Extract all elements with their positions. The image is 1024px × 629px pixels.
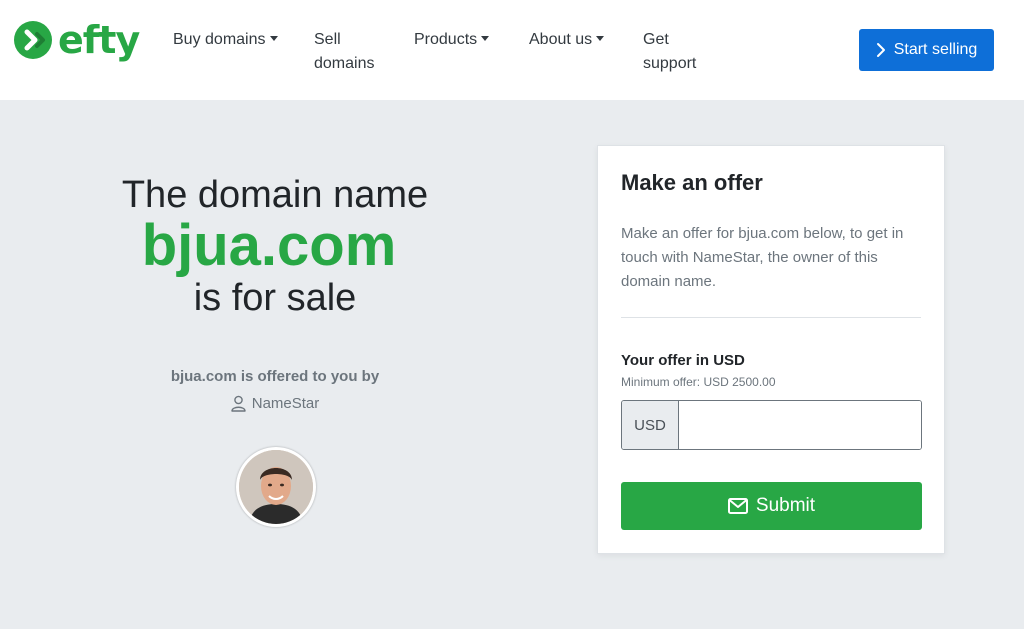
make-offer-card: Make an offer Make an offer for bjua.com… <box>597 145 945 554</box>
caret-down-icon <box>269 36 278 42</box>
nav-sell-domains[interactable]: Sell domains <box>314 28 384 76</box>
brand-name: efty <box>58 18 140 62</box>
offered-by-text: bjua.com is offered to you by <box>170 368 380 385</box>
nav-about-us[interactable]: About us <box>529 28 605 52</box>
minimum-offer-text: Minimum offer: USD 2500.00 <box>621 375 776 389</box>
hero-domain-name: bjua.com <box>141 213 397 278</box>
top-navbar: efty Buy domains Sell domains Products A… <box>0 0 1024 100</box>
owner-link[interactable]: NameStar <box>100 395 450 412</box>
currency-prefix: USD <box>622 401 679 449</box>
nav-buy-domains[interactable]: Buy domains <box>173 28 278 52</box>
offer-field-label: Your offer in USD <box>621 352 745 369</box>
caret-down-icon <box>596 36 605 42</box>
hero-section: The domain name bjua.com is for sale <box>100 170 450 324</box>
offer-card-description: Make an offer for bjua.com below, to get… <box>621 225 904 290</box>
nav-buy-domains-label: Buy domains <box>173 31 266 48</box>
card-divider <box>621 317 921 318</box>
offer-amount-input[interactable] <box>679 401 921 449</box>
nav-sell-domains-label: Sell domains <box>314 31 375 72</box>
chevron-right-icon <box>876 42 886 58</box>
caret-down-icon <box>481 36 490 42</box>
start-selling-label: Start selling <box>893 41 978 58</box>
offer-input-group: USD <box>621 400 922 450</box>
submit-label: Submit <box>755 495 816 516</box>
start-selling-button[interactable]: Start selling <box>859 29 994 71</box>
offer-card-title: Make an offer <box>621 170 763 195</box>
efty-logo[interactable]: efty <box>14 18 140 62</box>
efty-logo-icon <box>14 21 52 59</box>
nav-about-us-label: About us <box>529 31 593 48</box>
nav-products-label: Products <box>414 31 478 48</box>
nav-get-support-label: Get support <box>643 31 697 72</box>
owner-avatar <box>236 447 316 527</box>
owner-name: NameStar <box>251 395 320 412</box>
nav-products[interactable]: Products <box>414 28 490 52</box>
nav-get-support[interactable]: Get support <box>643 28 713 76</box>
submit-offer-button[interactable]: Submit <box>621 482 922 530</box>
envelope-icon <box>727 498 748 514</box>
user-icon <box>231 395 246 412</box>
hero-heading-line3: is for sale <box>193 277 357 319</box>
